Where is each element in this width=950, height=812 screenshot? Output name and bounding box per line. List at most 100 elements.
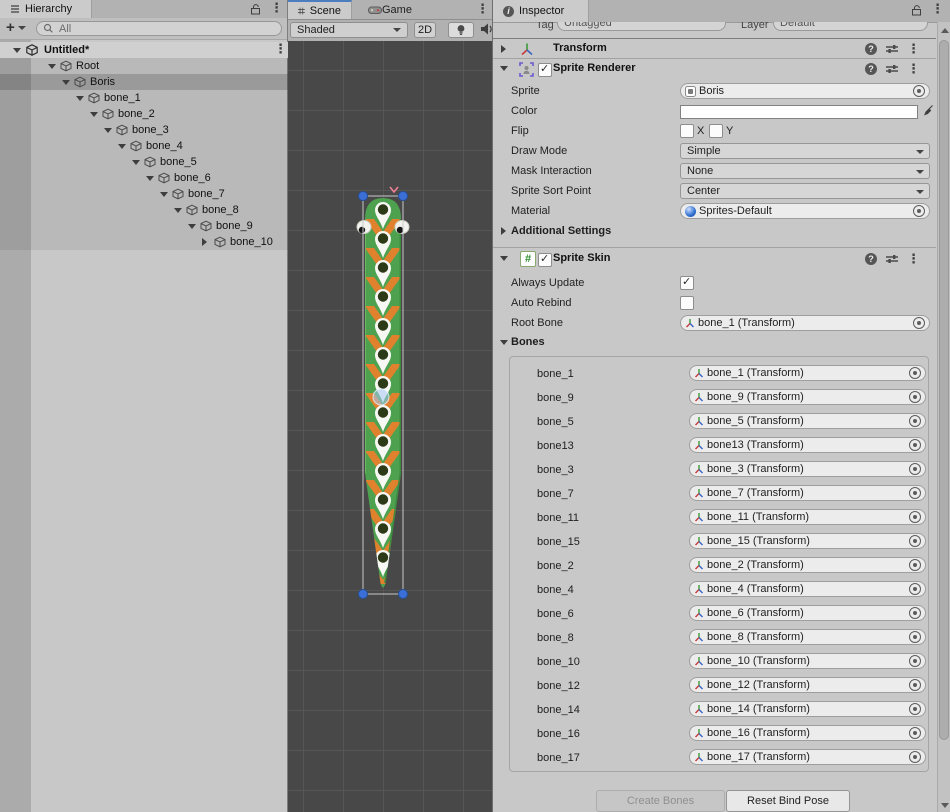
- object-picker-icon[interactable]: [909, 679, 921, 691]
- object-picker-icon[interactable]: [909, 631, 921, 643]
- bone-object-field[interactable]: bone13 (Transform): [689, 437, 926, 453]
- object-picker-icon[interactable]: [909, 367, 921, 379]
- hierarchy-item-bone_7[interactable]: bone_7: [0, 186, 288, 202]
- bone-object-field[interactable]: bone_1 (Transform): [689, 365, 926, 381]
- bone-object-field[interactable]: bone_4 (Transform): [689, 581, 926, 597]
- bone-object-field[interactable]: bone_10 (Transform): [689, 653, 926, 669]
- bone-object-field[interactable]: bone_5 (Transform): [689, 413, 926, 429]
- object-picker-icon[interactable]: [909, 559, 921, 571]
- component-menu-icon[interactable]: ⋮: [907, 44, 920, 54]
- preset-icon[interactable]: [886, 64, 898, 74]
- object-picker-icon[interactable]: [909, 607, 921, 619]
- foldout-arrow[interactable]: [501, 227, 506, 235]
- component-menu-icon[interactable]: ⋮: [907, 64, 920, 74]
- object-picker-icon[interactable]: [909, 535, 921, 547]
- bone-object-field[interactable]: bone_14 (Transform): [689, 701, 926, 717]
- object-picker-icon[interactable]: [909, 703, 921, 715]
- collapse-toggle[interactable]: [118, 144, 126, 149]
- object-picker-icon[interactable]: [909, 655, 921, 667]
- collapse-toggle[interactable]: [76, 96, 84, 101]
- auto-rebind-checkbox[interactable]: [680, 296, 694, 310]
- collapse-toggle[interactable]: [48, 64, 56, 69]
- object-picker-icon[interactable]: [913, 317, 925, 329]
- hierarchy-item-bone_8[interactable]: bone_8: [0, 202, 288, 218]
- object-picker-icon[interactable]: [909, 487, 921, 499]
- preset-icon[interactable]: [886, 254, 898, 264]
- collapse-toggle[interactable]: [146, 176, 154, 181]
- collapse-toggle[interactable]: [104, 128, 112, 133]
- help-icon[interactable]: ?: [865, 253, 877, 265]
- collapse-toggle[interactable]: [62, 80, 70, 85]
- draw-mode-dropdown[interactable]: Simple: [680, 143, 930, 159]
- hierarchy-item-bone_4[interactable]: bone_4: [0, 138, 288, 154]
- scroll-down-icon[interactable]: [941, 803, 949, 808]
- scene-lighting-button[interactable]: [448, 22, 474, 38]
- bone-object-field[interactable]: bone_12 (Transform): [689, 677, 926, 693]
- object-picker-icon[interactable]: [909, 511, 921, 523]
- object-picker-icon[interactable]: [909, 415, 921, 427]
- scene-menu-icon[interactable]: ⋮: [476, 4, 489, 14]
- foldout-arrow[interactable]: [500, 340, 508, 345]
- bone-object-field[interactable]: bone_3 (Transform): [689, 461, 926, 477]
- foldout-arrow[interactable]: [501, 45, 506, 53]
- transform-header[interactable]: Transform ? ⋮: [493, 39, 936, 59]
- hierarchy-item-Root[interactable]: Root: [0, 58, 288, 74]
- collapse-toggle[interactable]: [132, 160, 140, 165]
- object-picker-icon[interactable]: [913, 85, 925, 97]
- component-menu-icon[interactable]: ⋮: [907, 254, 920, 264]
- object-picker-icon[interactable]: [909, 439, 921, 451]
- object-picker-icon[interactable]: [913, 205, 925, 217]
- inspector-menu-icon[interactable]: ⋮: [931, 4, 944, 14]
- color-swatch[interactable]: [680, 105, 918, 119]
- hierarchy-item-bone_2[interactable]: bone_2: [0, 106, 288, 122]
- hierarchy-item-bone_1[interactable]: bone_1: [0, 90, 288, 106]
- object-picker-icon[interactable]: [909, 583, 921, 595]
- root-bone-object-field[interactable]: bone_1 (Transform): [680, 315, 930, 331]
- tab-scene[interactable]: Scene: [288, 0, 352, 19]
- foldout-arrow[interactable]: [500, 66, 508, 71]
- additional-settings-foldout[interactable]: Additional Settings: [493, 222, 936, 242]
- hierarchy-item-bone_9[interactable]: bone_9: [0, 218, 288, 234]
- bone-object-field[interactable]: bone_16 (Transform): [689, 725, 926, 741]
- toggle-2d-button[interactable]: 2D: [414, 22, 436, 38]
- collapse-toggle[interactable]: [174, 208, 182, 213]
- object-picker-icon[interactable]: [909, 463, 921, 475]
- reset-bind-pose-button[interactable]: Reset Bind Pose: [726, 790, 850, 812]
- foldout-arrow[interactable]: [500, 256, 508, 261]
- bone-object-field[interactable]: bone_7 (Transform): [689, 485, 926, 501]
- hierarchy-item-bone_10[interactable]: bone_10: [0, 234, 288, 250]
- help-icon[interactable]: ?: [865, 63, 877, 75]
- sprite-sort-point-dropdown[interactable]: Center: [680, 183, 930, 199]
- hierarchy-item-bone_5[interactable]: bone_5: [0, 154, 288, 170]
- hierarchy-item-Boris[interactable]: Boris: [0, 74, 288, 90]
- scene-audio-button[interactable]: [480, 22, 492, 38]
- sprite-renderer-enabled-checkbox[interactable]: [538, 63, 552, 77]
- flip-x-checkbox[interactable]: [680, 124, 694, 138]
- hierarchy-item-bone_6[interactable]: bone_6: [0, 170, 288, 186]
- collapse-toggle[interactable]: [188, 224, 196, 229]
- sprite-skin-header[interactable]: # Sprite Skin ? ⋮: [493, 249, 936, 269]
- lock-icon[interactable]: [911, 4, 922, 16]
- mask-interaction-dropdown[interactable]: None: [680, 163, 930, 179]
- expand-toggle[interactable]: [202, 238, 207, 246]
- object-picker-icon[interactable]: [909, 727, 921, 739]
- tab-inspector[interactable]: i Inspector: [493, 0, 589, 22]
- bone-object-field[interactable]: bone_9 (Transform): [689, 389, 926, 405]
- bone-object-field[interactable]: bone_2 (Transform): [689, 557, 926, 573]
- bone-object-field[interactable]: bone_11 (Transform): [689, 509, 926, 525]
- tab-game[interactable]: Game: [368, 4, 412, 16]
- collapse-toggle[interactable]: [160, 192, 168, 197]
- scene-viewport[interactable]: [288, 41, 492, 812]
- bones-foldout[interactable]: Bones: [493, 333, 936, 353]
- bone-object-field[interactable]: bone_6 (Transform): [689, 605, 926, 621]
- always-update-checkbox[interactable]: [680, 276, 694, 290]
- inspector-scrollbar[interactable]: [937, 22, 950, 812]
- help-icon[interactable]: ?: [865, 43, 877, 55]
- bone-object-field[interactable]: bone_8 (Transform): [689, 629, 926, 645]
- object-picker-icon[interactable]: [909, 391, 921, 403]
- sprite-renderer-header[interactable]: Sprite Renderer ? ⋮: [493, 59, 936, 79]
- sprite-object-field[interactable]: Boris: [680, 83, 930, 99]
- layer-dropdown[interactable]: Default: [773, 22, 928, 31]
- flip-y-checkbox[interactable]: [709, 124, 723, 138]
- boris-sprite[interactable]: [355, 185, 415, 605]
